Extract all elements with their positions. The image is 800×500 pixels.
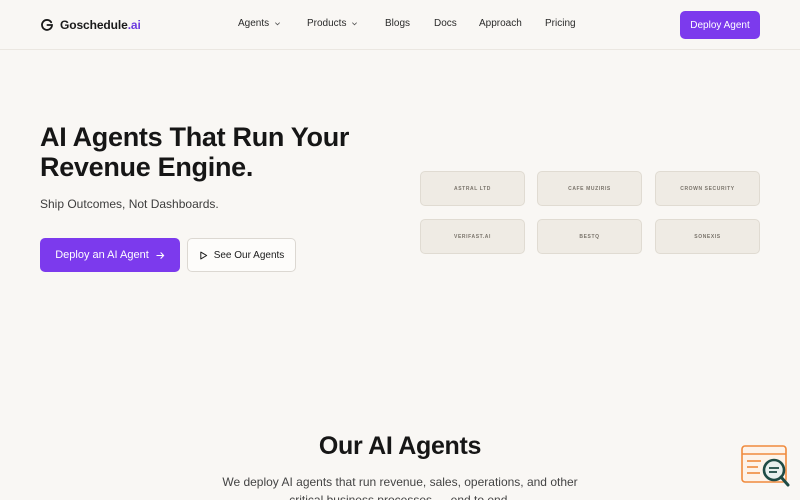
- nav-item-label: Blogs: [385, 18, 411, 29]
- brand-name: Goschedule.ai: [60, 18, 141, 32]
- nav-item-approach[interactable]: Approach: [479, 18, 522, 29]
- top-navigation: Goschedule.ai Agents Products Blogs Docs…: [0, 0, 800, 50]
- nav-item-label: Agents: [238, 18, 270, 29]
- client-logo-crown-security: CROWN SECURITY: [655, 171, 760, 206]
- client-logo-astral: ASTRAL LTD: [420, 171, 525, 206]
- nav-item-label: Products: [307, 18, 347, 29]
- deploy-agent-button[interactable]: Deploy Agent: [680, 11, 760, 39]
- hero-title: AI Agents That Run Your Revenue Engine.: [40, 122, 400, 182]
- arrow-right-icon: [156, 251, 164, 259]
- nav-item-blogs[interactable]: Blogs: [385, 18, 410, 29]
- nav-item-label: Docs: [434, 18, 457, 29]
- button-label: See Our Agents: [213, 249, 285, 261]
- play-icon: [199, 251, 207, 259]
- chat-widget-launcher[interactable]: [741, 444, 791, 490]
- chat-search-icon: [741, 445, 790, 487]
- client-logo-cafe-muziris: CAFE MUZIRIS: [537, 171, 642, 206]
- hero-title-line-2: Revenue Engine.: [40, 152, 254, 182]
- hero-title-line-1: AI Agents That Run Your: [40, 122, 350, 152]
- brand-mark-icon: [41, 19, 53, 31]
- nav-item-docs[interactable]: Docs: [434, 18, 457, 29]
- nav-item-products[interactable]: Products: [307, 18, 358, 29]
- chevron-down-icon: [275, 22, 281, 26]
- see-our-agents-button[interactable]: See Our Agents: [187, 238, 296, 272]
- nav-item-pricing[interactable]: Pricing: [545, 18, 576, 29]
- nav-item-label: Approach: [479, 18, 522, 29]
- nav-item-label: Pricing: [545, 18, 576, 29]
- section-title: Our AI Agents: [318, 432, 482, 460]
- button-label: Deploy an AI Agent: [55, 249, 149, 261]
- nav-item-agents[interactable]: Agents: [238, 18, 281, 29]
- hero-subtitle: Ship Outcomes, Not Dashboards.: [40, 197, 219, 211]
- client-logo-sonexis: SONEXIS: [655, 219, 760, 254]
- client-logo-bestq: BESTQ: [537, 219, 642, 254]
- brand-logo[interactable]: Goschedule.ai: [40, 15, 141, 35]
- section-description: We deploy AI agents that run revenue, sa…: [222, 475, 578, 500]
- client-logo-verifast: VERIFAST.AI: [420, 219, 525, 254]
- deploy-ai-agent-button[interactable]: Deploy an AI Agent: [40, 238, 180, 272]
- chevron-down-icon: [352, 22, 358, 26]
